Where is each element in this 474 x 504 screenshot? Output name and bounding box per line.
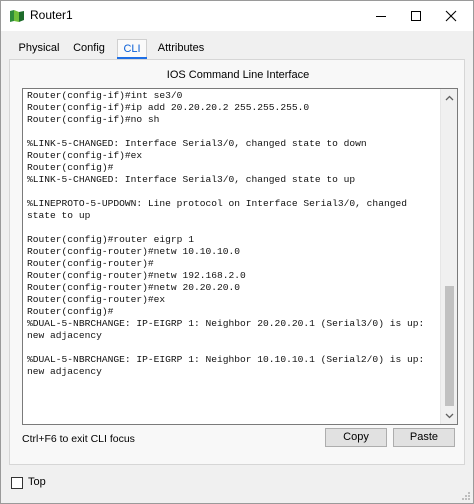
terminal-line: new adjacency bbox=[27, 330, 102, 341]
terminal-line: Router(config)# bbox=[27, 306, 114, 317]
chevron-down-icon bbox=[445, 413, 454, 418]
scroll-up-button[interactable] bbox=[441, 89, 457, 106]
maximize-icon bbox=[411, 11, 421, 21]
cli-terminal[interactable]: Router(config-if)#int se3/0 Router(config… bbox=[22, 88, 458, 425]
terminal-line: new adjacency bbox=[27, 366, 102, 377]
terminal-line: %LINEPROTO-5-UPDOWN: Line protocol on In… bbox=[27, 198, 407, 209]
tab-config[interactable]: Config bbox=[67, 39, 111, 59]
terminal-line: state to up bbox=[27, 210, 91, 221]
tab-attributes[interactable]: Attributes bbox=[149, 39, 213, 59]
terminal-line: Router(config-router)# bbox=[27, 258, 154, 269]
terminal-line: Router(config)#router eigrp 1 bbox=[27, 234, 194, 245]
terminal-line: Router(config)# bbox=[27, 162, 114, 173]
terminal-line: Router(config-if)#no sh bbox=[27, 114, 160, 125]
tab-physical[interactable]: Physical bbox=[13, 39, 65, 59]
close-button[interactable] bbox=[428, 1, 474, 31]
terminal-line: %DUAL-5-NBRCHANGE: IP-EIGRP 1: Neighbor … bbox=[27, 354, 425, 365]
terminal-line: Router(config-router)#netw 192.168.2.0 bbox=[27, 270, 246, 281]
copy-button[interactable]: Copy bbox=[325, 428, 387, 447]
title-bar[interactable]: Router1 bbox=[1, 1, 473, 31]
packet-tracer-app-icon bbox=[10, 10, 24, 22]
paste-button[interactable]: Paste bbox=[393, 428, 455, 447]
terminal-line: Router(config-router)#netw 10.10.10.0 bbox=[27, 246, 241, 257]
terminal-line: %LINK-5-CHANGED: Interface Serial3/0, ch… bbox=[27, 174, 356, 185]
close-icon bbox=[445, 10, 457, 22]
terminal-line: %DUAL-5-NBRCHANGE: IP-EIGRP 1: Neighbor … bbox=[27, 318, 425, 329]
terminal-line: Router(config-if)#ex bbox=[27, 150, 143, 161]
scroll-down-button[interactable] bbox=[441, 407, 457, 424]
terminal-line: Router(config-router)#ex bbox=[27, 294, 166, 305]
tab-cli[interactable]: CLI bbox=[117, 39, 147, 59]
terminal-line: Router(config-if)#ip add 20.20.20.2 255.… bbox=[27, 102, 310, 113]
terminal-scrollbar[interactable] bbox=[440, 89, 457, 424]
scroll-thumb[interactable] bbox=[445, 286, 454, 406]
terminal-output[interactable]: Router(config-if)#int se3/0 Router(config… bbox=[27, 90, 439, 378]
window-title: Router1 bbox=[30, 8, 73, 22]
terminal-line: %LINK-5-CHANGED: Interface Serial3/0, ch… bbox=[27, 138, 367, 149]
top-checkbox[interactable] bbox=[11, 477, 23, 489]
resize-grip-icon[interactable] bbox=[461, 491, 471, 501]
top-checkbox-label: Top bbox=[28, 476, 46, 488]
panel-title: IOS Command Line Interface bbox=[166, 69, 310, 81]
chevron-up-icon bbox=[445, 95, 454, 100]
terminal-line: Router(config-router)#netw 20.20.20.0 bbox=[27, 282, 241, 293]
router-window: Router1 Physical Config CLI Attributes I… bbox=[0, 0, 474, 504]
minimize-icon bbox=[376, 16, 386, 17]
terminal-line: Router(config-if)#int se3/0 bbox=[27, 90, 183, 101]
cli-focus-hint: Ctrl+F6 to exit CLI focus bbox=[22, 433, 135, 445]
cli-panel: IOS Command Line Interface Router(config… bbox=[9, 59, 465, 465]
